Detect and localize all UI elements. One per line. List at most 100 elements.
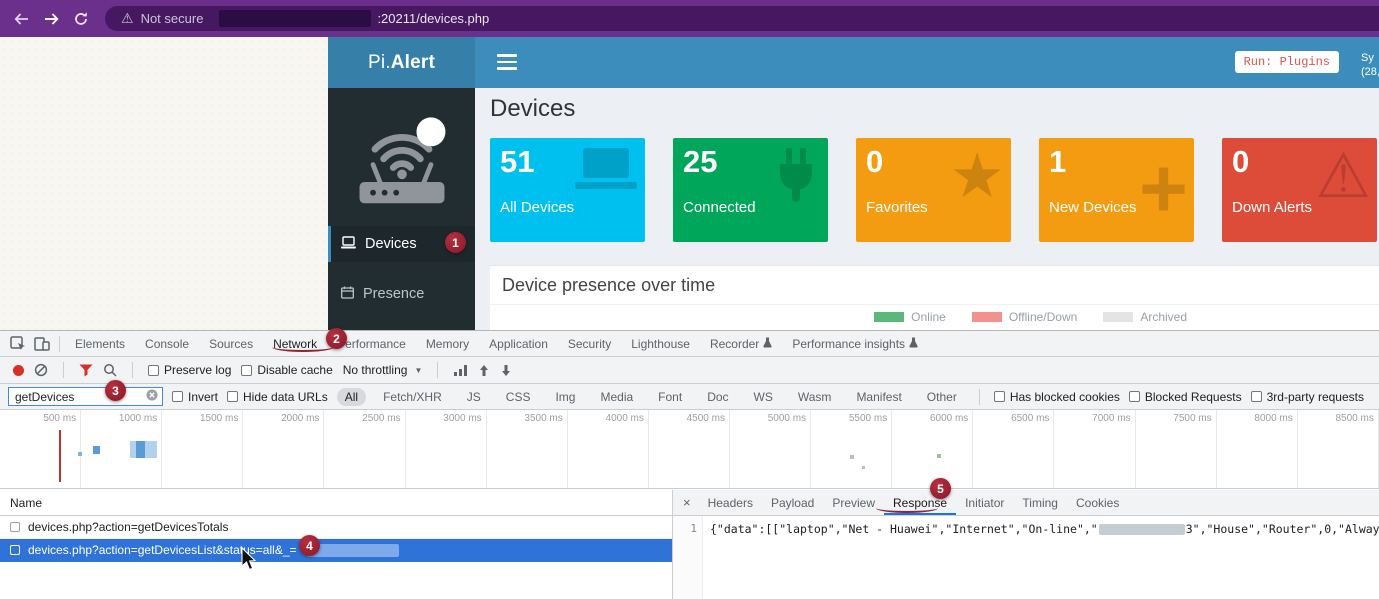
has-blocked-cookies-checkbox[interactable]: Has blocked cookies	[994, 390, 1120, 404]
tab-elements[interactable]: Elements	[65, 331, 135, 356]
timeline-label: 8000 ms	[1217, 410, 1298, 488]
hamburger-menu-icon[interactable]	[497, 54, 517, 74]
tab-application[interactable]: Application	[479, 331, 558, 356]
plug-icon	[770, 146, 822, 210]
throttling-dropdown[interactable]: No throttling ▼	[343, 363, 423, 377]
clear-icon[interactable]	[34, 363, 48, 377]
app-navbar: Run: Plugins Sy (28,	[475, 37, 1379, 88]
checkbox[interactable]	[1129, 391, 1140, 402]
inspect-element-icon[interactable]	[6, 336, 30, 351]
sidebar-item-presence[interactable]: Presence	[328, 276, 475, 312]
checkbox[interactable]	[227, 391, 238, 402]
tab-memory[interactable]: Memory	[416, 331, 479, 356]
stat-card-new-devices[interactable]: 1 New Devices +	[1039, 138, 1194, 242]
experiment-flask-icon	[909, 337, 918, 351]
checkbox[interactable]	[172, 391, 183, 402]
response-viewer[interactable]: 1 {"data":[["laptop","Net - Huawei","Int…	[673, 516, 1379, 599]
tab-security[interactable]: Security	[558, 331, 621, 356]
checkbox[interactable]	[1251, 391, 1262, 402]
filter-pill-other[interactable]: Other	[919, 388, 965, 406]
security-label: Not secure	[141, 11, 204, 26]
device-toolbar-icon[interactable]	[30, 337, 54, 351]
filter-pill-manifest[interactable]: Manifest	[848, 388, 909, 406]
filter-funnel-icon[interactable]	[79, 364, 93, 377]
checkbox[interactable]	[148, 365, 159, 376]
tab-sources[interactable]: Sources	[199, 331, 263, 356]
reload-icon[interactable]	[73, 11, 89, 27]
hide-data-urls-checkbox[interactable]: Hide data URLs	[227, 390, 328, 404]
experiment-flask-icon	[763, 337, 772, 351]
import-har-icon[interactable]	[478, 364, 490, 377]
clear-filter-icon[interactable]	[146, 389, 158, 404]
stat-card-connected[interactable]: 25 Connected	[673, 138, 828, 242]
annotation-badge-4: 4	[299, 535, 320, 556]
timeline-label: 5500 ms	[811, 410, 892, 488]
timeline-label: 2000 ms	[243, 410, 324, 488]
tab-cookies[interactable]: Cookies	[1067, 490, 1128, 515]
tab-initiator[interactable]: Initiator	[956, 490, 1013, 515]
tab-console[interactable]: Console	[135, 331, 199, 356]
forward-icon[interactable]	[43, 11, 60, 27]
request-row-selected[interactable]: devices.php?action=getDevicesList&status…	[0, 539, 672, 562]
run-plugins-button[interactable]: Run: Plugins	[1235, 51, 1339, 73]
tab-label: Lighthouse	[631, 337, 690, 351]
address-bar[interactable]: ⚠ Not secure :20211/devices.php	[105, 6, 1379, 31]
corner-line1: Sy	[1361, 51, 1379, 65]
tab-preview[interactable]: Preview	[823, 490, 884, 515]
legend-label: Online	[911, 310, 946, 324]
filter-pill-fetch-xhr[interactable]: Fetch/XHR	[375, 388, 450, 406]
close-icon[interactable]: ×	[683, 495, 691, 510]
tab-performance-insights[interactable]: Performance insights	[782, 331, 928, 356]
corner-line2: (28,	[1361, 65, 1379, 79]
third-party-requests-checkbox[interactable]: 3rd-party requests	[1251, 390, 1364, 404]
filter-pill-ws[interactable]: WS	[746, 388, 781, 406]
tab-headers[interactable]: Headers	[699, 490, 762, 515]
filter-pill-doc[interactable]: Doc	[699, 388, 736, 406]
record-button[interactable]	[13, 365, 24, 376]
tab-label: Application	[489, 337, 548, 351]
search-icon[interactable]	[103, 363, 117, 377]
browser-toolbar: ⚠ Not secure :20211/devices.php	[0, 0, 1379, 37]
filter-pill-wasm[interactable]: Wasm	[790, 388, 840, 406]
tab-label: Console	[145, 337, 189, 351]
request-list-header[interactable]: Name	[0, 490, 672, 516]
stat-card-favorites[interactable]: 0 Favorites ★	[856, 138, 1011, 242]
stat-card-down-alerts[interactable]: 0 Down Alerts ⚠	[1222, 138, 1377, 242]
brand-logo[interactable]: Pi.Alert	[328, 37, 475, 88]
divider	[979, 389, 980, 405]
network-conditions-icon[interactable]	[453, 364, 468, 376]
preserve-log-checkbox[interactable]: Preserve log	[148, 363, 231, 377]
invert-checkbox[interactable]: Invert	[172, 390, 218, 404]
line-number: 1	[690, 522, 697, 535]
mouse-cursor	[241, 548, 258, 577]
back-icon[interactable]	[13, 11, 30, 27]
filter-input[interactable]: getDevices	[8, 387, 163, 406]
name-column-header: Name	[10, 496, 42, 510]
timeline-label: 4000 ms	[568, 410, 649, 488]
filter-pill-js[interactable]: JS	[459, 388, 489, 406]
tab-label: Performance insights	[792, 337, 905, 351]
checkbox[interactable]	[241, 365, 252, 376]
tab-timing[interactable]: Timing	[1013, 490, 1067, 515]
stat-card-all-devices[interactable]: 51 All Devices	[490, 138, 645, 242]
legend-label: Offline/Down	[1009, 310, 1077, 324]
checkbox[interactable]	[994, 391, 1005, 402]
waterfall-bar	[136, 441, 145, 458]
tab-recorder[interactable]: Recorder	[700, 331, 782, 356]
disable-cache-checkbox[interactable]: Disable cache	[241, 363, 332, 377]
blocked-requests-checkbox[interactable]: Blocked Requests	[1129, 390, 1242, 404]
checkbox-label: 3rd-party requests	[1267, 390, 1364, 404]
response-text: 3","House","Router",0,"Always on	[1186, 522, 1379, 536]
filter-pill-all[interactable]: All	[337, 388, 366, 406]
details-tab-bar: × Headers Payload Preview Response Initi…	[673, 490, 1379, 516]
filter-pill-css[interactable]: CSS	[498, 388, 539, 406]
request-doc-icon	[10, 522, 20, 532]
request-row[interactable]: devices.php?action=getDevicesTotals	[0, 516, 672, 539]
filter-pill-media[interactable]: Media	[592, 388, 641, 406]
filter-pill-font[interactable]: Font	[650, 388, 690, 406]
export-har-icon[interactable]	[500, 364, 512, 377]
tab-lighthouse[interactable]: Lighthouse	[621, 331, 700, 356]
filter-pill-img[interactable]: Img	[547, 388, 583, 406]
tab-payload[interactable]: Payload	[762, 490, 823, 515]
network-overview-timeline[interactable]: 500 ms 1000 ms 1500 ms 2000 ms 2500 ms 3…	[0, 410, 1379, 489]
